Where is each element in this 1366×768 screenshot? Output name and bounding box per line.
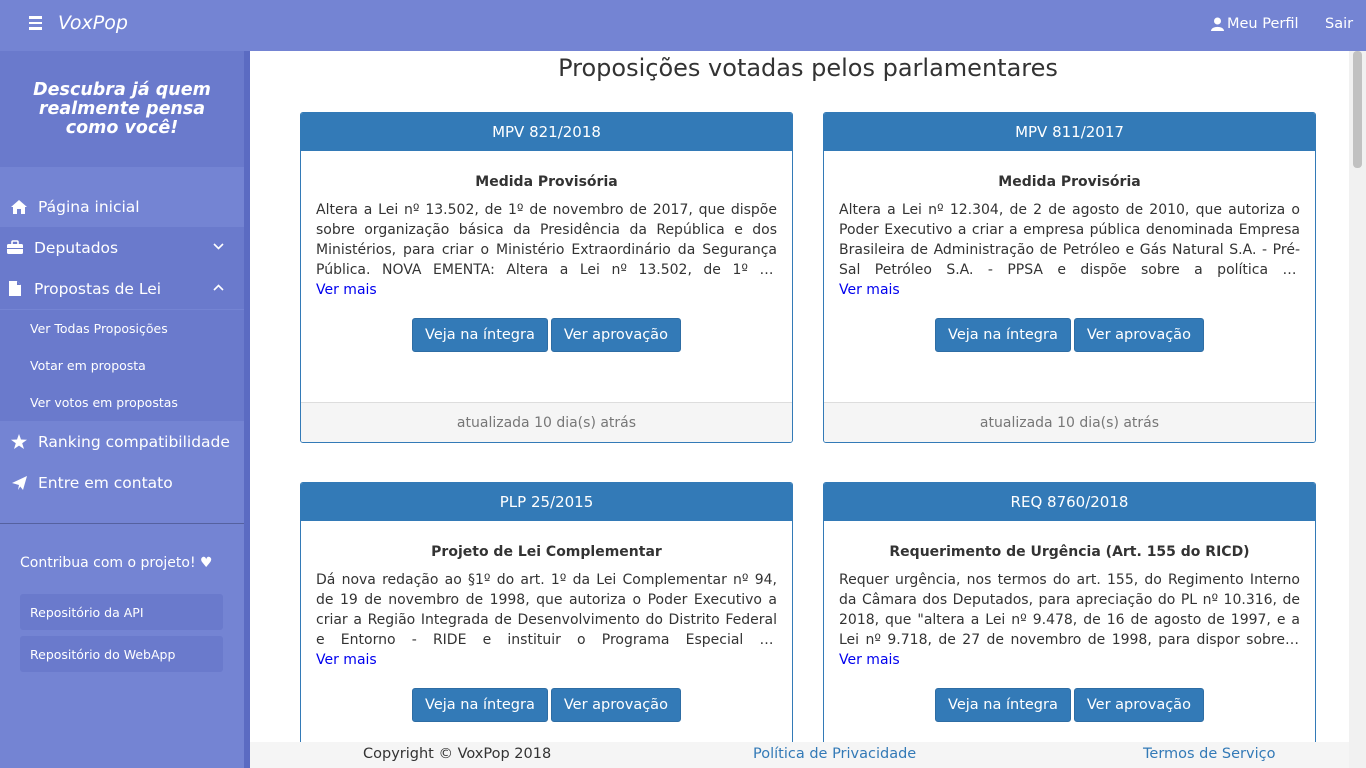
view-full-button[interactable]: Veja na íntegra [935,688,1071,722]
footer: Copyright © VoxPop 2018 Política de Priv… [250,742,1349,768]
ver-mais-link[interactable]: Ver mais [839,280,1300,300]
privacy-link[interactable]: Política de Privacidade [753,746,916,762]
briefcase-icon [4,240,26,255]
send-icon [8,475,30,491]
ver-mais-link[interactable]: Ver mais [316,280,777,300]
card-type: Medida Provisória [475,174,618,190]
card-description-text: Altera a Lei nº 13.502, de 1º de novembr… [316,202,777,278]
view-full-button[interactable]: Veja na íntegra [412,688,548,722]
card-description-text: Altera a Lei nº 12.304, de 2 de agosto d… [839,202,1300,278]
top-navbar: VoxPop Meu Perfil Sair [0,0,1366,51]
card-code: MPV 811/2017 [824,113,1315,151]
card-description: Requer urgência, nos termos do art. 155,… [839,570,1300,670]
file-icon [4,280,26,297]
logout-link[interactable]: Sair [1325,16,1353,32]
sidebar-item-home[interactable]: Página inicial [0,186,244,227]
contribute-text: Contribua com o projeto! ♥ [20,555,213,571]
card-code: REQ 8760/2018 [824,483,1315,521]
vertical-scrollbar[interactable] [1349,51,1366,768]
sidebar-item-contato[interactable]: Entre em contato [0,462,244,503]
brand-logo[interactable]: VoxPop [58,12,128,34]
home-icon [8,199,30,215]
ver-mais-link[interactable]: Ver mais [839,650,1300,670]
proposition-card: MPV 811/2017 Medida Provisória Altera a … [823,112,1316,443]
proposition-card: MPV 821/2018 Medida Provisória Altera a … [300,112,793,443]
submenu-votar[interactable]: Votar em proposta [30,358,146,373]
view-full-button[interactable]: Veja na íntegra [412,318,548,352]
chevron-up-icon [213,280,224,294]
card-description: Altera a Lei nº 12.304, de 2 de agosto d… [839,200,1300,300]
card-type: Projeto de Lei Complementar [431,544,662,560]
card-description-text: Dá nova redação ao §1º do art. 1º da Lei… [316,572,777,648]
sidebar-item-label: Entre em contato [38,473,173,492]
card-code: PLP 25/2015 [301,483,792,521]
sidebar-item-propostas[interactable]: Propostas de Lei [0,268,244,309]
view-approval-button[interactable]: Ver aprovação [1073,318,1204,352]
submenu-ver-todas[interactable]: Ver Todas Proposições [30,321,168,336]
view-approval-button[interactable]: Ver aprovação [550,688,681,722]
card-description: Dá nova redação ao §1º do art. 1º da Lei… [316,570,777,670]
card-type: Requerimento de Urgência (Art. 155 do RI… [889,544,1250,560]
view-approval-button[interactable]: Ver aprovação [550,318,681,352]
sidebar-item-ranking[interactable]: Ranking compatibilidade [0,421,244,462]
sidebar-tagline: Descubra já quem realmente pensa como vo… [0,51,244,167]
card-updated: atualizada 10 dia(s) atrás [301,402,792,442]
view-approval-button[interactable]: Ver aprovação [1073,688,1204,722]
propostas-submenu: Ver Todas Proposições Votar em proposta … [0,310,244,421]
terms-link[interactable]: Termos de Serviço [1143,746,1275,762]
sidebar-item-label: Página inicial [38,197,140,216]
star-icon [8,434,30,449]
profile-label: Meu Perfil [1227,16,1299,32]
sidebar-item-label: Propostas de Lei [34,279,162,298]
card-description-text: Requer urgência, nos termos do art. 155,… [839,572,1300,648]
sidebar-edge [244,51,250,768]
sidebar-item-label: Ranking compatibilidade [38,432,230,451]
scrollbar-thumb[interactable] [1353,51,1362,168]
proposition-card: PLP 25/2015 Projeto de Lei Complementar … [300,482,793,768]
page-title: Proposições votadas pelos parlamentares [558,54,1058,82]
card-description: Altera a Lei nº 13.502, de 1º de novembr… [316,200,777,300]
repo-api-button[interactable]: Repositório da API [20,594,223,630]
view-full-button[interactable]: Veja na íntegra [935,318,1071,352]
card-type: Medida Provisória [998,174,1141,190]
repo-webapp-button[interactable]: Repositório do WebApp [20,636,223,672]
sidebar-item-label: Deputados [34,238,119,257]
sidebar-item-deputados[interactable]: Deputados [0,227,244,268]
submenu-ver-votos[interactable]: Ver votos em propostas [30,395,178,410]
hamburger-icon[interactable] [29,16,43,30]
card-code: MPV 821/2018 [301,113,792,151]
copyright-text: Copyright © VoxPop 2018 [363,746,552,762]
proposition-card: REQ 8760/2018 Requerimento de Urgência (… [823,482,1316,768]
chevron-down-icon [213,239,224,253]
card-updated: atualizada 10 dia(s) atrás [824,402,1315,442]
sidebar-divider [0,523,244,524]
ver-mais-link[interactable]: Ver mais [316,650,777,670]
profile-link[interactable]: Meu Perfil [1211,16,1299,32]
sidebar: Descubra já quem realmente pensa como vo… [0,51,244,768]
user-icon [1211,17,1224,31]
